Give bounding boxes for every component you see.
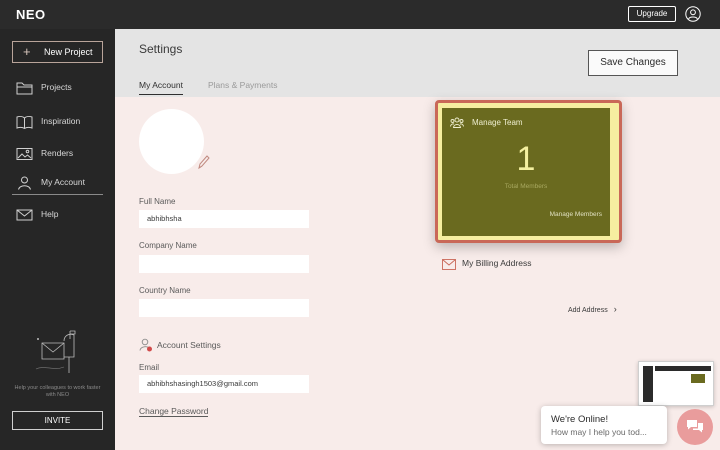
envelope-icon [442,259,456,270]
sidebar-item-label: Renders [41,148,74,158]
thumbnail-card [691,374,705,383]
tab-my-account[interactable]: My Account [139,80,183,95]
company-name-field[interactable] [139,255,309,273]
country-name-field[interactable] [139,299,309,317]
company-name-label: Company Name [139,241,197,250]
person-icon [18,176,31,190]
plus-icon: + [23,44,31,59]
invite-button[interactable]: INVITE [12,411,103,430]
team-icon [450,117,464,128]
add-address-link[interactable]: Add Address › [568,304,617,314]
sidebar-item-label: My Account [41,177,85,187]
manage-team-card[interactable]: Manage Team 1 Total Members Manage Membe… [435,100,622,243]
chevron-right-icon: › [613,304,617,314]
upgrade-button[interactable]: Upgrade [628,6,676,22]
manage-members-link[interactable]: Manage Members [550,211,602,218]
sidebar-item-my-account[interactable]: My Account [0,173,115,195]
full-name-label: Full Name [139,197,176,206]
brand-logo[interactable]: NEO [16,7,46,22]
sidebar-item-inspiration[interactable]: Inspiration [0,112,115,134]
chat-bubbles-icon [687,420,703,433]
page-title: Settings [139,42,183,56]
thumbnail-sidebar [643,366,653,402]
sidebar-item-label: Projects [41,82,72,92]
full-name-field[interactable]: abhibhsha [139,210,309,228]
mail-icon [16,209,33,221]
new-project-label: New Project [44,47,93,57]
country-name-label: Country Name [139,286,191,295]
team-member-count: 1 [516,140,536,178]
sidebar-item-label: Help [41,209,59,219]
help-text: Help your colleagues to work faster with… [14,385,101,398]
sidebar-item-label: Inspiration [41,116,81,126]
change-password-link[interactable]: Change Password [139,406,209,417]
billing-address-label: My Billing Address [462,258,532,268]
total-members-label: Total Members [504,183,548,190]
manage-team-panel: Manage Team 1 Total Members Manage Membe… [442,108,610,236]
mailbox-illustration [35,330,76,373]
chat-launcher-button[interactable] [677,409,713,445]
folder-icon [16,82,33,95]
email-label: Email [139,363,160,372]
book-icon [16,115,33,129]
new-project-button[interactable]: + New Project [12,41,103,63]
chat-subtitle: How may I help you tod... [551,427,647,437]
manage-team-title: Manage Team [472,118,523,127]
sidebar-item-help[interactable]: Help [0,205,115,227]
tab-plans-payments[interactable]: Plans & Payments [208,80,277,90]
image-icon [16,148,33,160]
account-settings-label: Account Settings [157,340,221,350]
sidebar-item-projects[interactable]: Projects [0,78,115,100]
chat-title: We're Online! [551,414,609,425]
chat-greeting-bubble[interactable]: We're Online! How may I help you tod... [541,406,667,444]
top-bar: NEO Upgrade [0,0,720,29]
add-address-label: Add Address [568,307,608,314]
thumbnail-topbar [655,366,711,371]
user-circle-icon[interactable] [685,6,701,22]
sidebar: + New Project Projects Inspiration Rende… [0,29,115,450]
sidebar-item-renders[interactable]: Renders [0,144,115,166]
active-item-underline [12,194,103,195]
avatar[interactable] [139,109,204,174]
user-settings-icon [139,338,152,352]
chat-preview-thumbnail[interactable] [638,361,714,406]
save-changes-button[interactable]: Save Changes [588,50,678,76]
pencil-icon[interactable] [196,154,210,170]
email-field[interactable]: abhibhshasingh1503@gmail.com [139,375,309,393]
